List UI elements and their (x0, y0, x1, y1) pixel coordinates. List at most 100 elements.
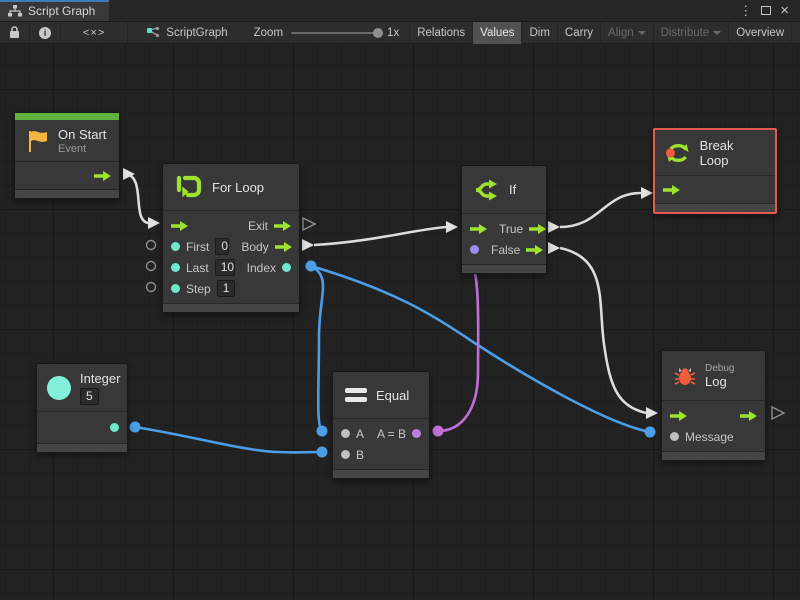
trigger-in-port[interactable] (470, 224, 487, 234)
wire-body-if[interactable] (314, 227, 446, 245)
port-marker-last-in-empty[interactable] (147, 262, 156, 271)
port-row: True (462, 218, 546, 239)
wire-true-breakloop[interactable] (560, 193, 641, 227)
port-marker-message-in[interactable] (645, 427, 656, 438)
port-marker-body-out[interactable] (302, 239, 314, 251)
maximize-icon[interactable] (761, 6, 771, 15)
graph-breadcrumb[interactable]: ScriptGraph (128, 26, 237, 39)
trigger-in-port[interactable] (663, 185, 680, 195)
code-view-button[interactable]: <×> (61, 22, 128, 44)
integer-out-port[interactable] (110, 423, 119, 432)
port-marker-true-out[interactable] (548, 221, 560, 233)
port-marker-false-out[interactable] (548, 242, 560, 254)
graph-hierarchy-icon (8, 5, 22, 17)
exit-out-port[interactable] (274, 221, 291, 231)
lock-button[interactable] (0, 22, 30, 44)
last-value-field[interactable]: 10 (215, 259, 235, 276)
port-marker-equal-b-in[interactable] (317, 447, 328, 458)
node-title: Log (705, 374, 734, 389)
port-marker-breakloop-in[interactable] (641, 187, 653, 199)
port-marker-forloop-in[interactable] (148, 217, 160, 229)
values-button[interactable]: Values (472, 22, 521, 44)
integer-value-field[interactable]: 5 (80, 388, 99, 405)
chevron-down-icon (638, 31, 646, 35)
loop-icon (175, 173, 203, 201)
graph-name: ScriptGraph (166, 27, 227, 39)
port-label-false: False (491, 243, 520, 257)
port-marker-first-in-empty[interactable] (147, 241, 156, 250)
wire-index-equal-a[interactable] (311, 266, 323, 431)
port-marker-index-out[interactable] (306, 261, 317, 272)
window-controls: ⋮ × (736, 0, 800, 21)
first-in-port[interactable] (171, 242, 180, 251)
relations-button[interactable]: Relations (409, 22, 472, 44)
kebab-menu-icon[interactable]: ⋮ (736, 4, 755, 17)
port-marker-equal-a-in[interactable] (317, 426, 328, 437)
overview-button[interactable]: Overview (728, 22, 791, 44)
trigger-in-port[interactable] (171, 221, 188, 231)
bug-icon (674, 365, 696, 387)
port-marker-if-in[interactable] (446, 221, 458, 233)
tab-bar: Script Graph ⋮ × (0, 0, 800, 22)
align-button[interactable]: Align (600, 22, 653, 44)
port-row (662, 405, 765, 426)
node-subtitle: Event (58, 143, 106, 155)
distribute-button[interactable]: Distribute (653, 22, 729, 44)
carry-button[interactable]: Carry (557, 22, 600, 44)
port-label-first: First (186, 240, 209, 254)
port-marker-step-in-empty[interactable] (147, 283, 156, 292)
node-footer (333, 469, 429, 478)
port-label-step: Step (186, 282, 211, 296)
node-integer[interactable]: Integer 5 (36, 363, 128, 453)
node-footer (37, 443, 127, 452)
body-out-port[interactable] (275, 242, 292, 252)
equal-result-out-port[interactable] (412, 429, 421, 438)
false-out-port[interactable] (526, 245, 543, 255)
port-marker-exit-out-empty[interactable] (303, 218, 315, 230)
fullscreen-button[interactable]: Full Screen (791, 22, 800, 44)
node-title: If (509, 182, 516, 197)
node-equal[interactable]: Equal A A = B B (332, 371, 430, 479)
index-out-port[interactable] (282, 263, 291, 272)
node-on-start[interactable]: On Start Event (14, 112, 120, 199)
script-graph-window: Script Graph ⋮ × i <×> (0, 0, 800, 600)
wire-integer-equal-b[interactable] (135, 427, 322, 452)
condition-in-port[interactable] (470, 245, 479, 254)
step-value-field[interactable]: 1 (217, 280, 236, 297)
break-loop-icon (665, 140, 691, 166)
step-in-port[interactable] (171, 284, 180, 293)
node-break-loop[interactable]: Break Loop (653, 128, 777, 214)
dim-button[interactable]: Dim (521, 22, 556, 44)
node-category: Debug (705, 363, 734, 374)
port-marker-debuglog-in[interactable] (646, 407, 658, 419)
first-value-field[interactable]: 0 (215, 238, 229, 255)
wire-false-debuglog[interactable] (560, 248, 646, 413)
close-icon[interactable]: × (777, 3, 792, 18)
port-marker-debuglog-out-empty[interactable] (772, 407, 784, 419)
tab-script-graph[interactable]: Script Graph (0, 0, 109, 21)
node-if[interactable]: If True False (461, 165, 547, 274)
port-row: B (333, 444, 429, 465)
trigger-in-port[interactable] (670, 411, 687, 421)
port-marker-integer-out[interactable] (130, 422, 141, 433)
node-for-loop[interactable]: For Loop Exit First 0 Body (162, 163, 300, 313)
equal-b-in-port[interactable] (341, 450, 350, 459)
zoom-slider-handle[interactable] (373, 28, 383, 38)
info-button[interactable]: i (30, 22, 61, 44)
last-in-port[interactable] (171, 263, 180, 272)
chevron-down-icon (713, 31, 721, 35)
equal-a-in-port[interactable] (341, 429, 350, 438)
node-debug-log[interactable]: Debug Log Message (661, 350, 766, 461)
port-marker-equal-result-out[interactable] (433, 426, 444, 437)
trigger-out-port[interactable] (94, 171, 111, 181)
graph-canvas[interactable]: On Start Event For Loop (0, 44, 800, 600)
port-row: A A = B (333, 423, 429, 444)
message-in-port[interactable] (670, 432, 679, 441)
true-out-port[interactable] (529, 224, 546, 234)
code-icon: <×> (83, 27, 105, 39)
zoom-slider[interactable] (291, 32, 379, 34)
trigger-out-port[interactable] (740, 411, 757, 421)
branch-icon (474, 177, 500, 203)
wire-onstart-forloop[interactable] (124, 174, 148, 223)
port-label-result: A = B (377, 427, 406, 441)
